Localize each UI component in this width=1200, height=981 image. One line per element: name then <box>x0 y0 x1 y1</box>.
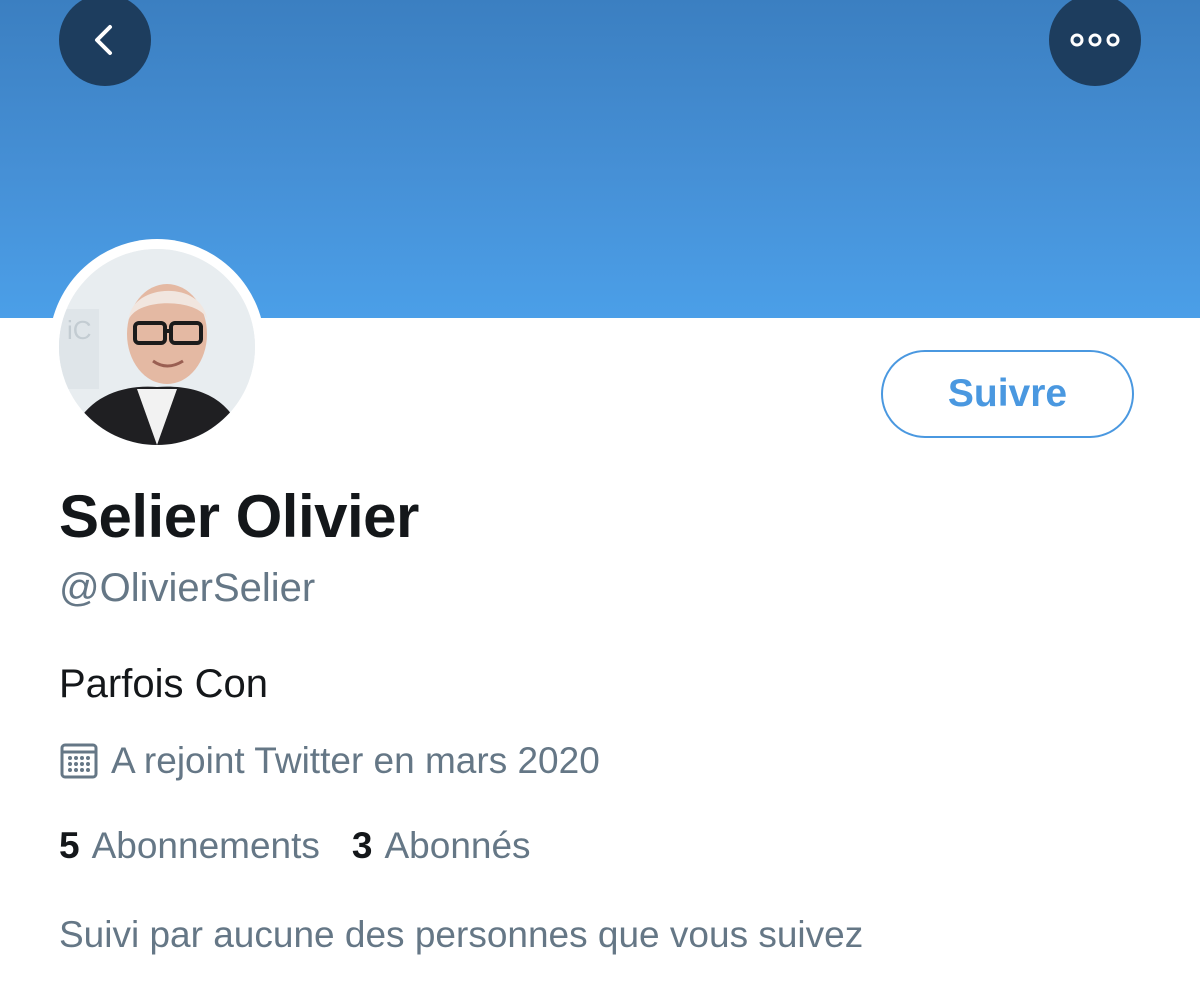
join-date-text: A rejoint Twitter en mars 2020 <box>111 740 600 781</box>
followers-stat[interactable]: 3 Abonnés <box>352 825 531 867</box>
svg-text:iC: iC <box>67 315 92 345</box>
avatar[interactable]: iC <box>49 239 265 455</box>
avatar-image: iC <box>59 249 255 445</box>
followed-by-text: Suivi par aucune des personnes que vous … <box>59 914 864 955</box>
chevron-left-icon <box>85 20 125 60</box>
followers-count: 3 <box>351 825 373 866</box>
profile-handle: @OlivierSelier <box>59 566 316 610</box>
profile-page: iC Suivre Selier Olivier @OlivierSelier … <box>0 0 1200 981</box>
following-count: 5 <box>59 825 80 866</box>
followers-label: Abonnés <box>384 825 531 866</box>
profile-stats: 5 Abonnements 3 Abonnés <box>59 825 531 867</box>
profile-bio: Parfois Con <box>59 662 268 706</box>
calendar-icon <box>59 741 99 781</box>
follow-button[interactable]: Suivre <box>881 350 1134 438</box>
ellipsis-icon <box>1069 32 1121 48</box>
profile-name: Selier Olivier <box>59 483 419 550</box>
following-label: Abonnements <box>91 825 320 866</box>
following-stat[interactable]: 5 Abonnements <box>59 825 320 867</box>
join-date: A rejoint Twitter en mars 2020 <box>59 740 600 782</box>
